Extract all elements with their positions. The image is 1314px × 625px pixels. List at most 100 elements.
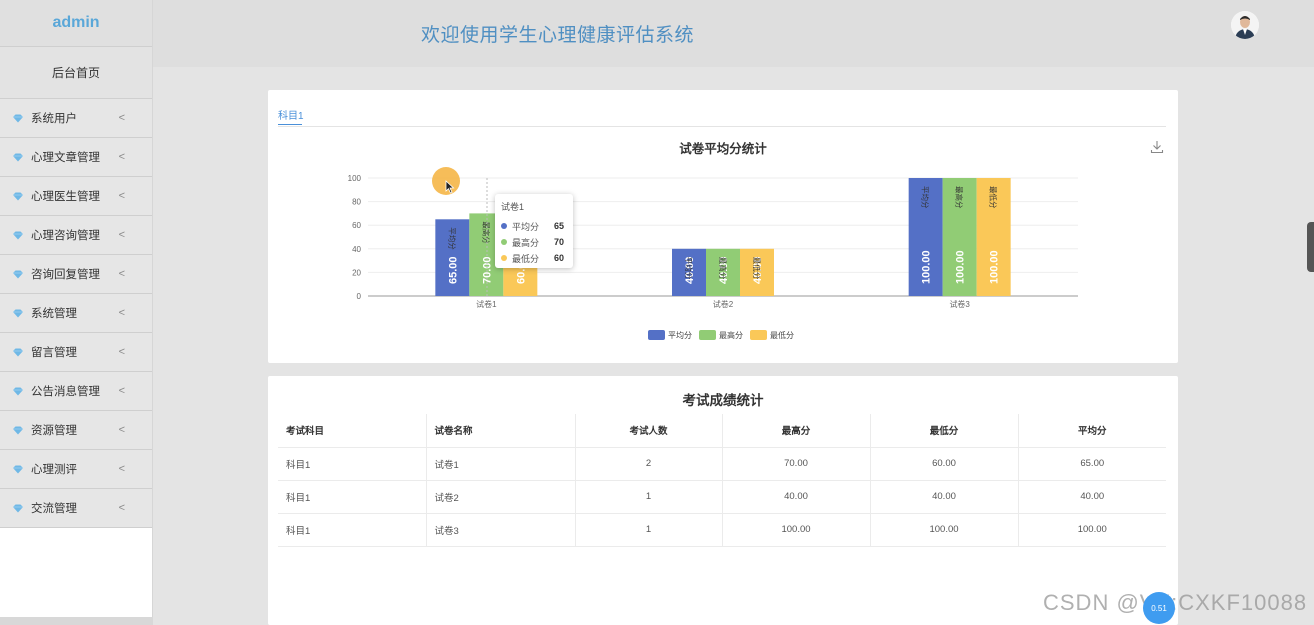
sidebar-item[interactable]: 心理文章管理 < [0,138,152,177]
sidebar-item[interactable]: 公告消息管理 < [0,372,152,411]
bar-value-label: 100.00 [955,250,967,284]
sidebar-item[interactable]: 交流管理 < [0,489,152,528]
sidebar-item[interactable]: 留言管理 < [0,333,152,372]
diamond-icon [13,309,23,317]
sidebar-item[interactable]: 心理医生管理 < [0,177,152,216]
chevron-left-icon: < [118,463,125,475]
side-drawer-handle[interactable] [1307,222,1314,272]
column-header: 试卷名称 [426,414,576,448]
table-cell: 2 [575,447,723,481]
diamond-icon [13,270,23,278]
bar-series-label: 平均分 [447,227,457,250]
bar-series-label: 最高分 [718,257,728,280]
series-dot-icon [501,223,507,229]
sidebar-item-home[interactable]: 后台首页 [0,47,152,99]
series-dot-icon [501,239,507,245]
sidebar: admin 后台首页 系统用户 < 心理文章管理 < 心理医生管理 < 心理咨询管理 < 咨询回… [0,0,153,625]
table-row: 科目1 试卷3 1 100.00 100.00 100.00 [278,513,1166,547]
sidebar-item-label: 交流管理 [31,503,77,515]
page-title: 欢迎使用学生心理健康评估系统 [421,25,695,46]
bar-series-label: 平均分 [684,257,694,280]
table-cell: 科目1 [278,513,427,547]
sidebar-item-label: 公告消息管理 [31,386,100,398]
bar-value-label: 100.00 [921,250,933,284]
chevron-left-icon: < [118,112,125,124]
bar-value-label: 100.00 [989,250,1001,284]
table-row: 科目1 试卷1 2 70.00 60.00 65.00 [278,447,1166,481]
table-cell: 65.00 [1018,447,1166,481]
x-tick-label: 试卷3 [949,299,970,309]
legend-label: 平均分 [668,330,692,340]
table-cell: 40.00 [870,480,1019,514]
series-dot-icon [501,255,507,261]
column-header: 平均分 [1018,414,1166,448]
tooltip-title: 试卷1 [501,202,525,212]
bar-series-label: 最低分 [752,257,762,280]
table-card: 考试成绩统计 考试科目 试卷名称 考试人数 最高分 最低分 平均分 科目1 试卷1… [268,376,1178,625]
sidebar-item-label: 心理文章管理 [31,152,100,164]
diamond-icon [13,153,23,161]
table-cell: 试卷1 [426,447,576,481]
table-row: 科目1 试卷2 1 40.00 40.00 40.00 [278,480,1166,514]
tooltip-value: 70 [554,237,565,247]
tooltip-value: 65 [554,221,565,231]
table-cell: 1 [575,480,723,514]
table-header-row: 考试科目 试卷名称 考试人数 最高分 最低分 平均分 [278,414,1166,448]
sidebar-menu: 系统用户 < 心理文章管理 < 心理医生管理 < 心理咨询管理 < 咨询回复管理 < 系统管理 < 留言… [0,99,152,528]
y-tick-label: 0 [357,292,362,301]
table-cell: 科目1 [278,447,427,481]
sidebar-item-label: 心理医生管理 [31,191,100,203]
bar-series-label: 平均分 [921,186,931,209]
sidebar-scrollbar[interactable] [0,617,153,625]
diamond-icon [13,426,23,434]
sidebar-item-label: 系统管理 [31,308,77,320]
chevron-left-icon: < [118,424,125,436]
diamond-icon [13,231,23,239]
chevron-left-icon: < [118,268,125,280]
score-table: 考试科目 试卷名称 考试人数 最高分 最低分 平均分 科目1 试卷1 2 70.00 6… [278,414,1166,547]
diamond-icon [13,114,23,122]
diamond-icon [13,348,23,356]
sidebar-item[interactable]: 系统管理 < [0,294,152,333]
tooltip-row: 最高分 70 [501,234,573,250]
sidebar-item[interactable]: 心理咨询管理 < [0,216,152,255]
brand-logo: admin [0,0,152,47]
table-cell: 试卷3 [426,513,576,547]
legend-swatch [699,330,716,340]
sidebar-item-label: 资源管理 [31,425,77,437]
x-tick-label: 试卷2 [713,299,734,309]
tooltip-label: 最高分 [512,237,540,248]
diamond-icon [13,465,23,473]
sidebar-item[interactable]: 心理测评 < [0,450,152,489]
legend-swatch [648,330,665,340]
table-cell: 100.00 [870,513,1019,547]
tooltip-label: 最低分 [512,253,540,264]
column-header: 最低分 [870,414,1019,448]
tooltip-row: 最低分 60 [501,250,573,266]
column-header: 考试人数 [575,414,723,448]
x-tick-label: 试卷1 [476,299,497,309]
column-header: 最高分 [722,414,871,448]
diamond-icon [13,192,23,200]
sidebar-item[interactable]: 资源管理 < [0,411,152,450]
chevron-left-icon: < [118,502,125,514]
user-avatar-icon[interactable] [1231,11,1259,39]
table-cell: 100.00 [722,513,871,547]
bar-series-label: 最高分 [955,186,965,209]
sidebar-item[interactable]: 咨询回复管理 < [0,255,152,294]
watermark: CSDN @VX:CXKF10088 [1043,590,1308,615]
table-cell: 科目1 [278,480,427,514]
chevron-left-icon: < [118,151,125,163]
table-cell: 60.00 [870,447,1019,481]
table-cell: 100.00 [1018,513,1166,547]
tooltip-value: 60 [554,253,565,263]
legend-swatch [750,330,767,340]
bar-value-label: 65.00 [447,256,459,284]
y-tick-label: 20 [352,268,361,277]
sidebar-item[interactable]: 系统用户 < [0,99,152,138]
chevron-left-icon: < [118,229,125,241]
table-cell: 40.00 [1018,480,1166,514]
floating-action-button[interactable]: 0.51 [1143,592,1175,624]
table-cell: 40.00 [722,480,871,514]
chevron-left-icon: < [118,385,125,397]
